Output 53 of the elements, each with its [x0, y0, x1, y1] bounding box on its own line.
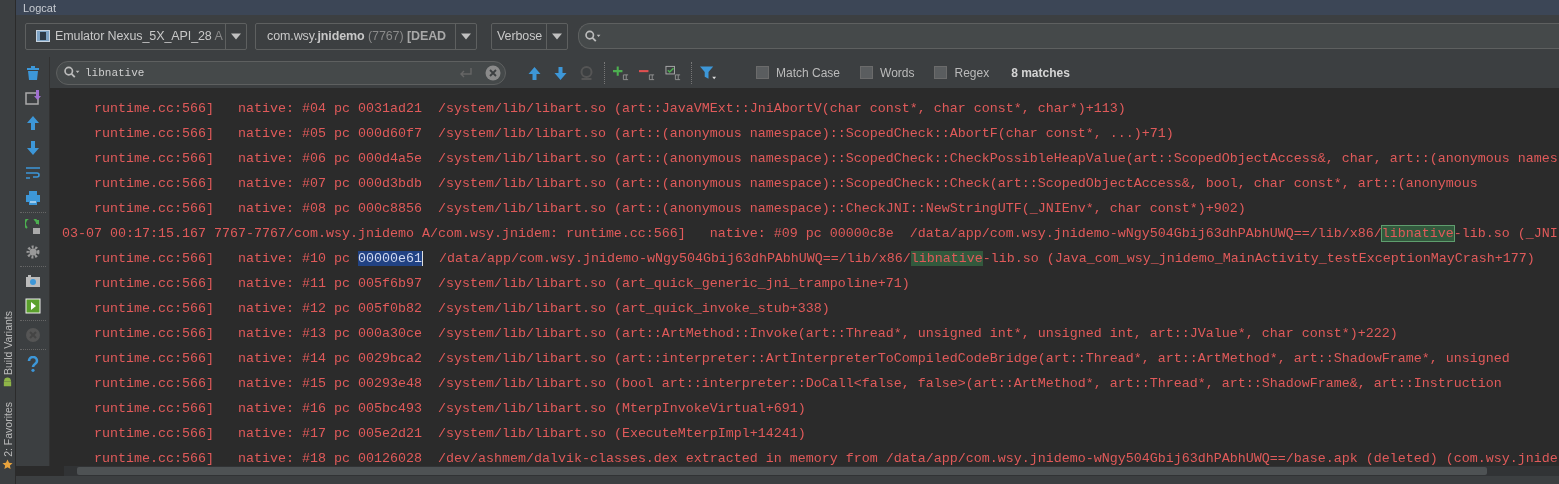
- arrow-down-icon[interactable]: [552, 64, 569, 81]
- match-count: 8 matches: [1011, 65, 1070, 80]
- arrow-up-icon[interactable]: [526, 64, 543, 81]
- search-field[interactable]: [578, 23, 1559, 49]
- filter-icon[interactable]: [700, 64, 717, 81]
- add-occurrence-icon[interactable]: [613, 64, 630, 81]
- restart-icon[interactable]: [24, 219, 41, 235]
- log-line: runtime.cc:566] native: #08 pc 000c8856 /system/lib/libart.so (art::(anonymous namespace)::CheckJNI::NewStringUTF(_JNIEnv*, char const*)+902): [93, 200, 1247, 218]
- enter-icon: [459, 67, 473, 78]
- log-line: runtime.cc:566] native: #12 pc 005f0b82 /system/lib/libart.so (art_quick_invoke_stub+338): [93, 300, 831, 318]
- log-line: runtime.cc:566] native: #18 pc 00126028 /dev/ashmem/dalvik-classes.dex extracted in memory from /data/app/com.wsy.jnidemo-wNgy504Gbij63dhPAbhUWQ==/base.apk (deleted) (com.wsy.jnide: [93, 450, 1559, 466]
- clear-icon[interactable]: [485, 64, 501, 81]
- side-tab[interactable]: Build Variants: [0, 311, 15, 389]
- camera-icon[interactable]: [24, 273, 41, 289]
- log-line: runtime.cc:566] native: #14 pc 0029bca2 /system/lib/libart.so (art::interpreter::ArtInterpreterToCompiledCodeBridge(art::Thread*, art::ArtMethod*, art::ShadowFrame*, unsigned: [93, 350, 1511, 368]
- log-line: runtime.cc:566] native: #10 pc 00000e61 /data/app/com.wsy.jnidemo-wNgy504Gbij63dhPAbhUWQ==/lib/x86/libnative-lib.so (Java_com_wsy_jnidemo_MainActivity_testExceptionMayCrash+177): [93, 250, 1536, 268]
- log-line: runtime.cc:566] native: #06 pc 000d4a5e /system/lib/libart.so (art::(anonymous namespace)::ScopedCheck::CheckPossibleHeapValue(art::ScopedObjectAccess&, char, art::(anonymous names: [93, 150, 1559, 168]
- arrow-down-icon[interactable]: [24, 140, 41, 156]
- caret-icon: [552, 32, 562, 40]
- log-line: runtime.cc:566] native: #15 pc 00293e48 /system/lib/libart.so (bool art::interpreter::DoCall<false, false>(art::ArtMethod*, art::Thread*, art::ShadowFrame&, art::Instruction: [93, 375, 1503, 393]
- process-dropdown[interactable]: com.wsy.jnidemo (7767) [DEAD: [255, 22, 477, 50]
- soft-wrap-icon[interactable]: [24, 165, 41, 181]
- filter-field[interactable]: libnative: [56, 60, 506, 85]
- select-all-occurrences-icon[interactable]: [665, 64, 682, 81]
- gear-icon[interactable]: [24, 244, 41, 260]
- device-dropdown[interactable]: Emulator Nexus_5X_API_28 A: [25, 22, 247, 50]
- log-line: runtime.cc:566] native: #17 pc 005e2d21 /system/lib/libart.so (ExecuteMterpImpl+14241): [93, 425, 807, 443]
- screen-record-icon[interactable]: [24, 298, 41, 314]
- search-icon: [584, 29, 602, 43]
- import-icon[interactable]: [24, 90, 41, 106]
- log-line: runtime.cc:566] native: #11 pc 005f6b97 /system/lib/libart.so (art_quick_generic_jni_trampoline+71): [93, 275, 911, 293]
- arrow-up-icon[interactable]: [24, 115, 41, 131]
- caret-icon: [461, 32, 471, 40]
- log-line: 03-07 00:17:15.167 7767-7767/com.wsy.jnidemo A/com.wsy.jnidem: runtime.cc:566] native: #09 pc 00000c8e /data/app/com.wsy.jnidemo-wNgy504Gbij63dhPAbhUWQ==/lib/x86/libnative-lib.so (_JNI: [61, 225, 1559, 243]
- caret-icon: [231, 32, 241, 40]
- log-line: runtime.cc:566] native: #16 pc 005bc493 /system/lib/libart.so (MterpInvokeVirtual+691): [93, 400, 807, 418]
- log-level-dropdown[interactable]: Verbose: [491, 22, 568, 50]
- option-checkbox[interactable]: Words: [860, 65, 915, 80]
- option-checkbox[interactable]: Match Case: [756, 65, 841, 80]
- emulator-icon: [36, 30, 50, 42]
- search-icon: [63, 66, 81, 79]
- printer-icon[interactable]: [24, 190, 41, 206]
- log-line: runtime.cc:566] native: #05 pc 000d60f7 /system/lib/libart.so (art::(anonymous namespace)::ScopedCheck::AbortF(char const*, ...)+71): [93, 125, 1175, 143]
- star-icon: [2, 459, 13, 470]
- log-line: runtime.cc:566] native: #04 pc 0031ad21 /system/lib/libart.so (art::JavaVMExt::JniAbortV(char const*, char const*, char*)+113): [93, 100, 1127, 118]
- option-checkbox[interactable]: Regex: [934, 65, 990, 80]
- log-line: runtime.cc:566] native: #07 pc 000d3bdb /system/lib/libart.so (art::(anonymous namespace)::ScopedCheck::Check(art::ScopedObjectAccess&, bool, char const*, art::(anonymous: [93, 175, 1479, 193]
- android-icon: [2, 377, 13, 389]
- side-tab[interactable]: 2: Favorites: [0, 402, 15, 470]
- scrollbar-thumb[interactable]: [77, 467, 1487, 475]
- trash-icon[interactable]: [24, 65, 41, 81]
- window-title: Logcat: [23, 1, 57, 14]
- log-line: runtime.cc:566] native: #13 pc 000a30ce /system/lib/libart.so (art::ArtMethod::Invoke(art::Thread*, unsigned int*, unsigned int, art::JValue*, char const*)+222): [93, 325, 1399, 343]
